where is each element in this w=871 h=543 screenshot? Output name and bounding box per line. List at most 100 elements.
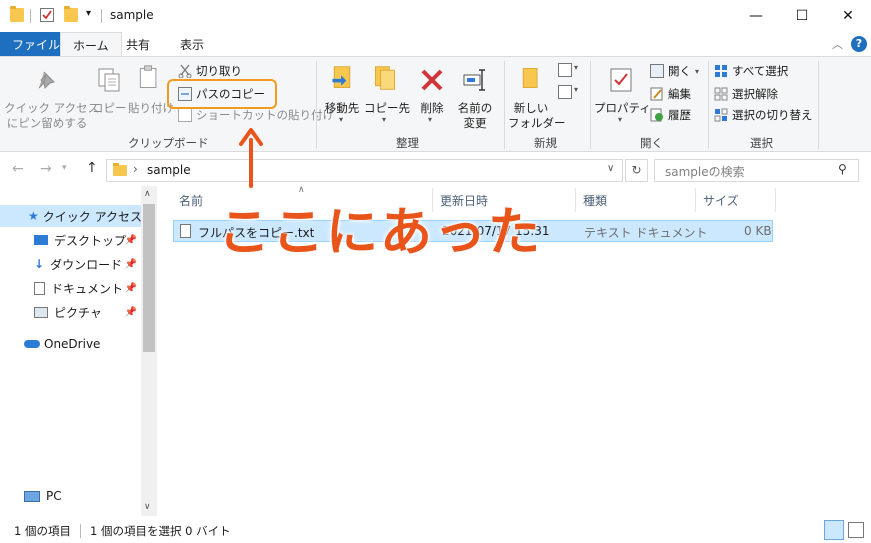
ribbon-tabs: ファイル ホーム 共有 表示 ︿ ? <box>0 32 871 57</box>
nav-item-documents[interactable]: ドキュメント 📌 <box>0 277 141 299</box>
large-icons-view-icon[interactable] <box>848 522 864 538</box>
selection-info: 1 個の項目を選択 0 バイト <box>90 524 231 538</box>
group-divider <box>818 61 819 149</box>
history-button[interactable]: 履歴 <box>650 105 691 125</box>
recent-locations-icon[interactable]: ▾ <box>62 163 67 173</box>
tab-share[interactable]: 共有 <box>114 32 162 56</box>
paste-label: 貼り付け <box>128 101 174 115</box>
column-header-name[interactable]: 名前 <box>179 192 203 209</box>
folder-icon <box>113 163 127 176</box>
delete-label: 削除 <box>420 101 444 115</box>
shortcut-icon <box>178 108 192 122</box>
pin-to-quick-access-button[interactable]: クイック アクセス にピン留めする <box>4 61 99 133</box>
nav-documents-label: ドキュメント <box>51 281 124 296</box>
rename-icon <box>463 69 485 91</box>
cut-button[interactable]: 切り取り <box>178 61 242 81</box>
navigation-pane: ★ クイック アクセス デスクトップ 📌 ↓ ダウンロード 📌 ドキュメント 📌… <box>0 186 157 516</box>
cloud-icon <box>24 340 40 348</box>
address-dropdown-icon[interactable]: ∨ <box>607 163 614 174</box>
item-count: 1 個の項目 <box>14 524 71 538</box>
nav-item-quick-access[interactable]: ★ クイック アクセス <box>0 205 142 227</box>
easy-access-icon[interactable] <box>558 85 572 99</box>
computer-icon <box>24 490 40 502</box>
refresh-icon[interactable]: ↻ <box>625 159 648 182</box>
nav-scrollbar-thumb[interactable] <box>143 204 155 352</box>
copy-button[interactable]: コピー <box>92 61 127 133</box>
breadcrumb-chevron-icon[interactable]: › <box>133 162 138 176</box>
nav-item-pictures[interactable]: ピクチャ 📌 <box>0 301 141 323</box>
minimize-button[interactable]: — <box>733 0 779 32</box>
properties-label: プロパティ <box>594 101 651 115</box>
scroll-down-icon[interactable]: ∨ <box>144 502 151 512</box>
open-button[interactable]: 開く ▾ <box>650 61 699 81</box>
up-arrow-icon[interactable]: ↑ <box>86 160 98 176</box>
column-header-size[interactable]: サイズ <box>703 192 739 209</box>
tab-view[interactable]: 表示 <box>168 32 216 56</box>
nav-downloads-label: ダウンロード <box>50 257 123 272</box>
search-icon[interactable]: ⚲ <box>838 162 847 176</box>
new-item-icon[interactable] <box>558 63 572 77</box>
new-folder-label-line1: 新しい <box>513 101 549 115</box>
move-to-label: 移動先 <box>324 101 360 115</box>
file-size: 0 KB <box>744 224 772 238</box>
delete-button[interactable]: 削除 ▾ <box>414 61 450 133</box>
search-input[interactable]: sampleの検索 ⚲ <box>654 159 859 182</box>
history-label: 履歴 <box>668 108 691 122</box>
open-icon <box>650 64 664 78</box>
help-icon[interactable]: ? <box>851 36 867 52</box>
new-folder-button[interactable]: 新しい フォルダー <box>508 61 566 133</box>
rename-button[interactable]: 名前の 変更 <box>452 61 498 133</box>
status-bar: 1 個の項目 1 個の項目を選択 0 バイト <box>0 518 871 543</box>
copy-to-label: コピー先 <box>364 101 410 115</box>
select-all-button[interactable]: すべて選択 <box>714 61 788 81</box>
nav-pc-label: PC <box>46 489 62 503</box>
details-view-icon[interactable] <box>824 520 844 540</box>
nav-item-desktop[interactable]: デスクトップ 📌 <box>0 229 141 251</box>
scroll-up-icon[interactable]: ∧ <box>144 189 151 199</box>
nav-item-onedrive[interactable]: OneDrive <box>0 333 141 355</box>
pin-label-line2: にピン留めする <box>6 116 88 130</box>
invert-selection-button[interactable]: 選択の切り替え <box>714 105 813 125</box>
nav-item-pc[interactable]: PC <box>0 485 141 507</box>
column-divider[interactable] <box>695 188 696 212</box>
select-none-button[interactable]: 選択解除 <box>714 84 778 104</box>
dropdown-arrow-icon: ▾ <box>428 115 433 124</box>
nav-onedrive-label: OneDrive <box>44 337 101 351</box>
group-divider <box>708 61 709 149</box>
forward-arrow-icon[interactable]: → <box>40 161 52 177</box>
title-bar: ▾ sample — ☐ ✕ <box>0 0 871 32</box>
column-header-type[interactable]: 種類 <box>583 192 607 209</box>
tab-home[interactable]: ホーム <box>60 32 122 57</box>
new-folder-label-line2: フォルダー <box>508 116 566 130</box>
move-to-button[interactable]: 移動先 ▾ <box>320 61 364 133</box>
copy-icon <box>98 68 120 92</box>
quick-access-dropdown-icon[interactable]: ▾ <box>86 8 91 19</box>
organize-group-label: 整理 <box>396 136 419 150</box>
properties-checkmark-icon[interactable] <box>40 8 54 22</box>
edit-button[interactable]: 編集 <box>650 84 691 104</box>
nav-item-downloads[interactable]: ↓ ダウンロード 📌 <box>0 253 141 275</box>
properties-button[interactable]: プロパティ ▾ <box>594 61 651 133</box>
copy-to-button[interactable]: コピー先 ▾ <box>364 61 410 133</box>
pin-icon: 📌 <box>124 258 137 270</box>
new-folder-icon <box>522 68 538 88</box>
dropdown-arrow-icon[interactable]: ▾ <box>574 85 578 94</box>
close-button[interactable]: ✕ <box>825 0 871 32</box>
breadcrumb-path[interactable]: sample <box>147 163 191 177</box>
rename-label-line1: 名前の <box>457 101 493 115</box>
nav-desktop-label: デスクトップ <box>54 233 127 248</box>
paste-button[interactable]: 貼り付け <box>128 61 174 133</box>
address-bar[interactable]: › sample ∨ <box>106 159 623 182</box>
column-divider[interactable] <box>575 188 576 212</box>
back-arrow-icon[interactable]: ← <box>12 161 24 177</box>
dropdown-arrow-icon: ▾ <box>618 115 623 124</box>
select-none-icon <box>714 87 728 101</box>
divider <box>30 9 31 23</box>
nav-quick-access-label: クイック アクセス <box>42 209 142 224</box>
maximize-button[interactable]: ☐ <box>779 0 825 32</box>
invert-selection-label: 選択の切り替え <box>732 108 813 122</box>
collapse-ribbon-icon[interactable]: ︿ <box>832 36 843 52</box>
dropdown-arrow-icon[interactable]: ▾ <box>574 63 578 72</box>
column-divider[interactable] <box>775 188 776 212</box>
new-folder-icon[interactable] <box>64 6 78 22</box>
